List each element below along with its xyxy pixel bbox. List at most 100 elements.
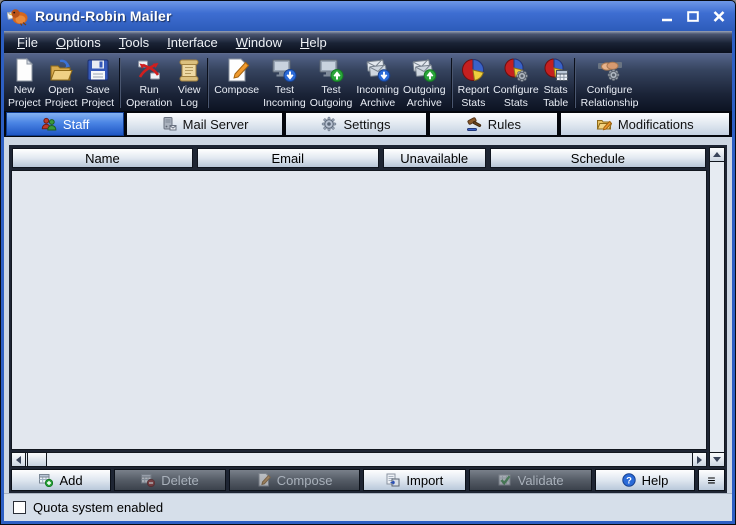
horizontal-scrollbar[interactable] — [11, 452, 707, 467]
add-icon — [39, 474, 54, 487]
tab-staff[interactable]: Staff — [6, 112, 125, 136]
stats-table-button[interactable]: Stats Table — [541, 55, 571, 111]
menu-options[interactable]: Options — [47, 33, 110, 52]
down-arrow-icon — [713, 457, 721, 462]
toolbar-separator — [207, 58, 210, 108]
button-label: Add — [59, 472, 83, 488]
scroll-up-button[interactable] — [710, 148, 724, 162]
scroll-right-button[interactable] — [692, 453, 706, 466]
quota-system-label: Quota system enabled — [33, 500, 164, 515]
menu-interface[interactable]: Interface — [158, 33, 227, 52]
menu-bar: File Options Tools Interface Window Help — [4, 31, 732, 53]
tab-rules[interactable]: Rules — [429, 112, 558, 136]
compose-icon — [228, 58, 249, 82]
view-log-icon — [179, 59, 199, 82]
configure-stats-button[interactable]: Configure Stats — [491, 55, 541, 111]
scroll-left-button[interactable] — [12, 453, 26, 466]
up-arrow-icon — [713, 152, 721, 157]
window-title: Round-Robin Mailer — [35, 8, 172, 24]
modifications-icon — [596, 120, 612, 131]
toolbar: New Project Open Project Save Project Ru… — [4, 53, 732, 111]
tab-bar: Staff Mail Server Settings Rules Modific… — [4, 111, 732, 137]
horizontal-scroll-trough[interactable] — [47, 453, 692, 466]
incoming-archive-icon — [366, 58, 390, 82]
toolbar-separator — [450, 58, 453, 108]
report-stats-button[interactable]: Report Stats — [456, 55, 492, 111]
compose-button[interactable]: Compose — [212, 55, 261, 111]
staff-panel: Name Email Unavailable Schedule Add Dele… — [4, 137, 732, 521]
new-project-button[interactable]: New Project — [6, 55, 43, 111]
minimize-button[interactable] — [659, 9, 675, 23]
delete-button[interactable]: Delete — [114, 469, 226, 491]
svg-text:?: ? — [626, 475, 632, 486]
outgoing-archive-icon — [412, 58, 437, 82]
list-menu-button[interactable]: ≡ — [698, 469, 725, 491]
import-button[interactable]: Import — [363, 469, 467, 491]
save-project-button[interactable]: Save Project — [79, 55, 116, 111]
button-label: Validate — [517, 472, 564, 488]
toolbar-separator — [119, 58, 122, 108]
rules-icon — [466, 117, 481, 131]
tab-modifications[interactable]: Modifications — [559, 112, 730, 136]
tab-label: Modifications — [617, 116, 694, 132]
status-bar: Quota system enabled — [4, 493, 732, 521]
add-button[interactable]: Add — [11, 469, 112, 491]
table-header-row: Name Email Unavailable Schedule — [11, 147, 707, 168]
menu-tools[interactable]: Tools — [110, 33, 158, 52]
menu-file[interactable]: File — [8, 33, 47, 52]
horizontal-scroll-thumb[interactable] — [27, 453, 47, 466]
list-menu-icon: ≡ — [707, 472, 716, 488]
help-button[interactable]: ? Help — [594, 469, 695, 491]
import-icon — [386, 473, 400, 487]
scroll-down-button[interactable] — [710, 452, 724, 466]
menu-window[interactable]: Window — [227, 33, 291, 52]
right-arrow-icon — [697, 455, 702, 464]
vertical-scrollbar[interactable] — [709, 147, 725, 467]
tab-settings[interactable]: Settings — [284, 112, 428, 136]
left-arrow-icon — [16, 455, 21, 464]
view-log-button[interactable]: View Log — [174, 55, 204, 111]
button-label: Help — [641, 472, 669, 488]
run-operation-icon — [138, 60, 161, 80]
compose-list-button[interactable]: Compose — [228, 469, 361, 491]
staff-icon — [41, 117, 57, 131]
test-incoming-icon — [272, 59, 297, 82]
button-label: Compose — [276, 472, 333, 488]
run-operation-button[interactable]: Run Operation — [124, 55, 174, 111]
app-window: Round-Robin Mailer File Options Tools In… — [0, 0, 736, 525]
maximize-button[interactable] — [685, 9, 701, 23]
validate-button[interactable]: Validate — [469, 469, 592, 491]
mail-server-icon — [163, 117, 177, 131]
robin-bird-icon — [7, 9, 28, 26]
settings-icon — [322, 116, 337, 132]
column-header-unavailable[interactable]: Unavailable — [382, 148, 486, 168]
menu-help[interactable]: Help — [291, 33, 336, 52]
test-incoming-button[interactable]: Test Incoming — [261, 55, 308, 111]
column-header-email[interactable]: Email — [196, 148, 379, 168]
open-project-icon — [50, 59, 73, 81]
tab-label: Rules — [487, 116, 521, 132]
minimize-icon — [662, 18, 672, 21]
test-outgoing-button[interactable]: Test Outgoing — [308, 55, 355, 111]
toolbar-separator — [573, 58, 576, 108]
incoming-archive-button[interactable]: Incoming Archive — [354, 55, 401, 111]
delete-icon — [141, 474, 156, 487]
tab-label: Mail Server — [182, 116, 249, 132]
title-bar[interactable]: Round-Robin Mailer — [1, 1, 735, 31]
open-project-button[interactable]: Open Project — [43, 55, 80, 111]
report-stats-icon — [462, 58, 485, 81]
column-header-schedule[interactable]: Schedule — [489, 148, 706, 168]
staff-list-body[interactable] — [11, 170, 707, 450]
configure-relationship-button[interactable]: Configure Relationship — [579, 55, 641, 111]
tab-mail-server[interactable]: Mail Server — [126, 112, 283, 136]
close-button[interactable] — [711, 9, 727, 23]
help-icon: ? — [621, 473, 636, 487]
outgoing-archive-button[interactable]: Outgoing Archive — [401, 55, 448, 111]
button-label: Delete — [161, 472, 199, 488]
new-project-icon — [16, 57, 34, 82]
stats-table-icon — [544, 58, 568, 81]
configure-stats-icon — [504, 58, 528, 82]
column-header-name[interactable]: Name — [12, 148, 193, 168]
button-label: Import — [406, 472, 444, 488]
quota-system-checkbox[interactable] — [13, 501, 26, 514]
